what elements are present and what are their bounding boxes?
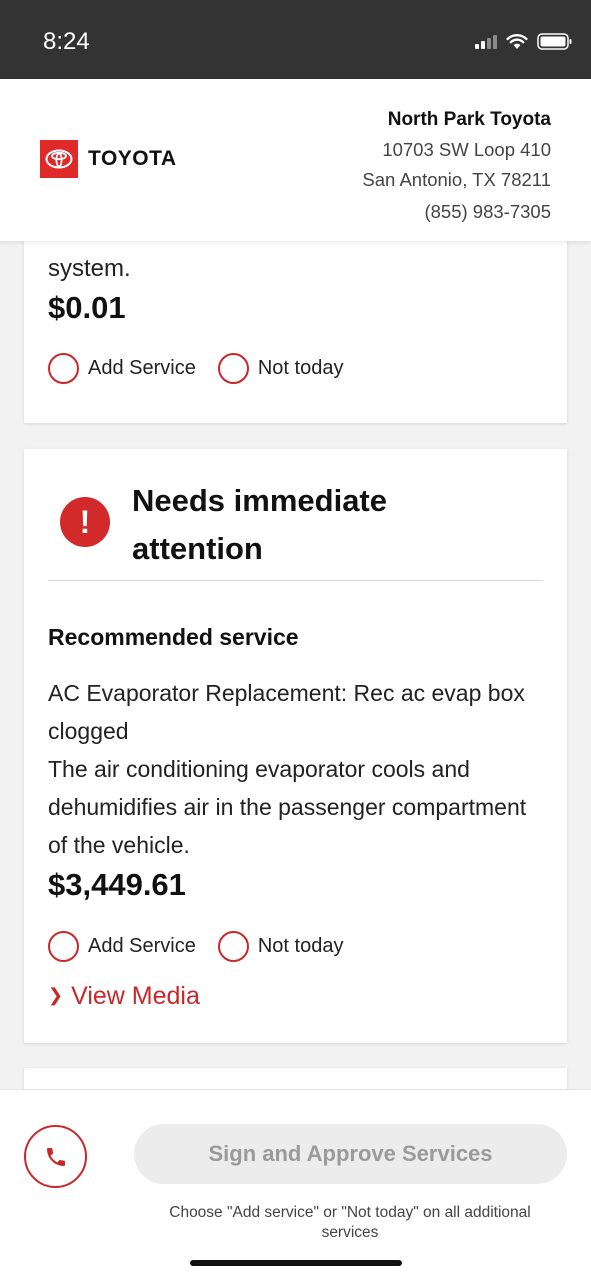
service-description: AC Evaporator Replacement: Rec ac evap b… (48, 674, 548, 864)
home-indicator (190, 1260, 402, 1266)
wifi-icon (506, 33, 528, 49)
add-service-radio[interactable] (48, 353, 79, 384)
add-service-label: Add Service (88, 357, 196, 379)
phone-icon (46, 1147, 65, 1166)
status-bar: 8:24 (0, 0, 591, 79)
add-service-label: Add Service (88, 935, 196, 957)
status-icons (475, 33, 573, 50)
approval-hint: Choose "Add service" or "Not today" on a… (169, 1204, 531, 1241)
not-today-option[interactable]: Not today (217, 353, 344, 384)
brand-name: TOYOTA (88, 147, 177, 170)
dealer-name: North Park Toyota (387, 109, 551, 130)
toyota-logo-icon (40, 140, 78, 178)
service-name: AC Evaporator Replacement: Rec ac evap b… (48, 680, 525, 744)
section-label: Recommended service (48, 624, 299, 650)
battery-icon (537, 33, 572, 50)
service-choices: Add Service Not today (48, 353, 365, 384)
dealer-info: North Park Toyota 10703 SW Loop 410 San … (362, 109, 551, 223)
service-card-urgent: ! Needs immediate attention Recommended … (24, 449, 567, 1043)
not-today-option[interactable]: Not today (217, 931, 344, 962)
status-time: 8:24 (43, 28, 90, 55)
not-today-radio[interactable] (217, 931, 249, 962)
chevron-right-icon: ❯ (48, 985, 64, 1005)
view-media-label: View Media (71, 982, 200, 1010)
service-choices: Add Service Not today (48, 931, 365, 962)
dealer-phone[interactable]: (855) 983-7305 (362, 201, 551, 223)
cellular-signal-icon (475, 34, 497, 49)
bottom-action-bar: Sign and Approve Services Choose "Add se… (0, 1089, 591, 1280)
dealer-address-line1: 10703 SW Loop 410 (382, 139, 551, 160)
add-service-option[interactable]: Add Service (48, 931, 196, 962)
not-today-label: Not today (257, 357, 344, 379)
service-description-tail: system. (48, 255, 131, 282)
add-service-radio[interactable] (48, 931, 79, 962)
not-today-radio[interactable] (217, 353, 249, 384)
dealer-address-line2: San Antonio, TX 78211 (362, 169, 551, 190)
service-detail: The air conditioning evaporator cools an… (48, 756, 527, 858)
sign-and-approve-button[interactable]: Sign and Approve Services (134, 1124, 567, 1184)
add-service-option[interactable]: Add Service (48, 353, 196, 384)
view-media-link[interactable]: ❯ View Media (48, 982, 200, 1011)
dealer-header: TOYOTA North Park Toyota 10703 SW Loop 4… (0, 79, 591, 241)
service-price: $0.01 (48, 290, 126, 325)
service-price: $3,449.61 (48, 867, 186, 902)
urgency-title: Needs immediate attention (132, 483, 387, 566)
not-today-label: Not today (257, 935, 344, 957)
alert-icon: ! (60, 497, 110, 547)
divider (48, 580, 543, 581)
call-button[interactable] (24, 1125, 87, 1188)
service-card-next (24, 1068, 567, 1089)
